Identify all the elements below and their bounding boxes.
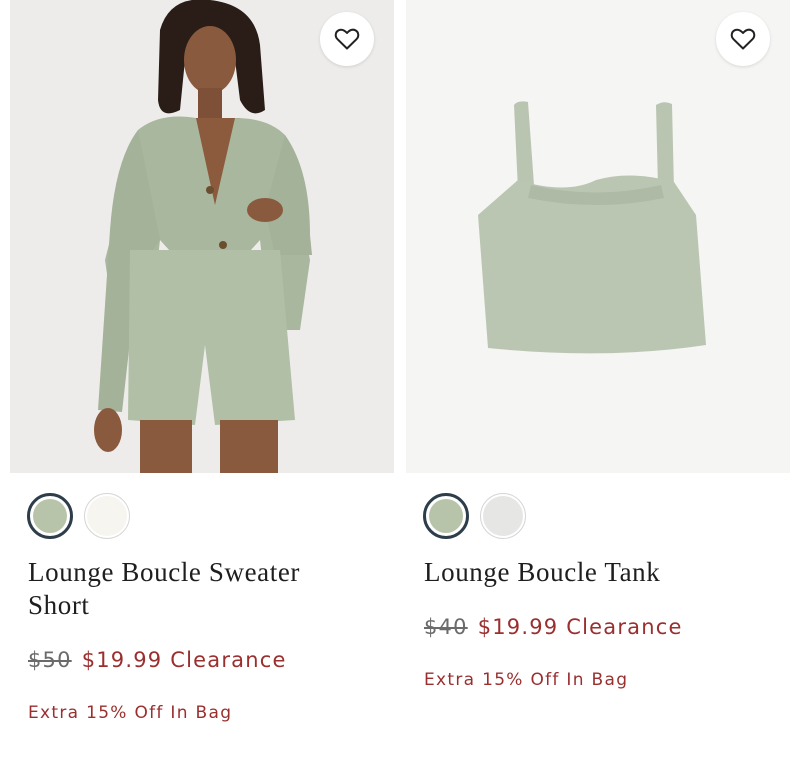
sale-price: $19.99 (477, 615, 559, 639)
color-swatches (423, 493, 526, 539)
product-grid: Lounge Boucle Sweater Short $50 $19.99 Cl… (0, 0, 800, 758)
product-card[interactable]: Lounge Boucle Tank $40 $19.99 Clearance E… (406, 0, 790, 690)
product-title[interactable]: Lounge Boucle Sweater Short (28, 556, 368, 622)
swatch-fill (87, 496, 127, 536)
original-price: $40 (424, 615, 468, 639)
product-photo (10, 0, 394, 473)
promo-text: Extra 15% Off In Bag (28, 703, 233, 723)
swatch-light-grey[interactable] (480, 493, 526, 539)
swatch-fill (33, 499, 67, 533)
promo-text: Extra 15% Off In Bag (424, 670, 629, 690)
favorite-button[interactable] (320, 12, 374, 66)
color-swatches (27, 493, 130, 539)
sale-label: Clearance (566, 615, 683, 639)
sale-price: $19.99 (81, 648, 163, 672)
swatch-fill (483, 496, 523, 536)
product-image[interactable] (10, 0, 394, 473)
heart-icon (334, 28, 360, 50)
swatch-cream[interactable] (84, 493, 130, 539)
favorite-button[interactable] (716, 12, 770, 66)
product-photo (406, 0, 790, 473)
sale-label: Clearance (170, 648, 287, 672)
swatch-sage[interactable] (27, 493, 73, 539)
original-price: $50 (28, 648, 72, 672)
price-row: $40 $19.99 Clearance (424, 615, 683, 639)
product-card[interactable]: Lounge Boucle Sweater Short $50 $19.99 Cl… (10, 0, 394, 723)
product-title[interactable]: Lounge Boucle Tank (424, 556, 764, 589)
swatch-fill (429, 499, 463, 533)
heart-icon (730, 28, 756, 50)
product-image[interactable] (406, 0, 790, 473)
price-row: $50 $19.99 Clearance (28, 648, 287, 672)
swatch-sage[interactable] (423, 493, 469, 539)
